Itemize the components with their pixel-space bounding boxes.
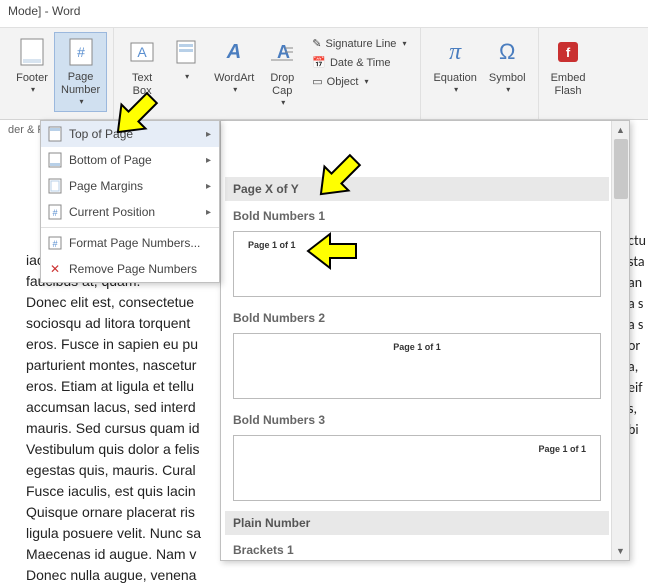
scroll-down-button[interactable]: ▼ [612, 542, 629, 560]
gallery-section-page-x-of-y: Page X of Y [225, 177, 609, 201]
gallery-item-bold-numbers-2[interactable]: Page 1 of 1 [233, 333, 601, 399]
svg-text:A: A [137, 44, 147, 60]
page-number-gallery: Page X of Y Bold Numbers 1 Page 1 of 1 B… [220, 120, 630, 561]
footer-button[interactable]: Footer▾ [10, 32, 54, 112]
gallery-section-plain-number: Plain Number [225, 511, 609, 535]
menu-current-position[interactable]: # Current Position ▸ [41, 199, 219, 225]
chevron-down-icon: ▾ [185, 72, 189, 82]
page-number-button[interactable]: # Page Number▾ [54, 32, 107, 112]
embed-flash-button[interactable]: f Embed Flash [545, 32, 592, 112]
equation-button[interactable]: π Equation▾ [427, 32, 482, 112]
quick-parts-button[interactable]: ▾ [164, 32, 208, 112]
scroll-thumb[interactable] [614, 139, 628, 199]
wordart-button[interactable]: A WordArt▾ [208, 32, 260, 112]
top-page-icon [47, 126, 63, 142]
margins-icon [47, 178, 63, 194]
chevron-down-icon: ▾ [402, 39, 406, 48]
drop-cap-icon: A [266, 36, 298, 68]
gallery-item-label: Brackets 1 [225, 539, 609, 561]
chevron-down-icon: ▾ [31, 85, 35, 95]
menu-format-page-numbers[interactable]: # Format Page Numbers... [41, 230, 219, 256]
chevron-down-icon: ▾ [454, 85, 458, 95]
menu-top-of-page[interactable]: Top of Page ▸ [41, 121, 219, 147]
current-position-icon: # [47, 204, 63, 220]
svg-text:#: # [52, 208, 57, 218]
gallery-item-bold-numbers-3[interactable]: Page 1 of 1 [233, 435, 601, 501]
object-button[interactable]: ▭ Object ▾ [308, 72, 410, 91]
format-numbers-icon: # [47, 235, 63, 251]
submenu-arrow-icon: ▸ [206, 181, 211, 192]
bottom-page-icon [47, 152, 63, 168]
gallery-item-label: Bold Numbers 1 [225, 205, 609, 227]
submenu-arrow-icon: ▸ [206, 207, 211, 218]
date-time-icon: 📅 [312, 56, 326, 69]
ribbon: Footer▾ # Page Number▾ A Text Box▾ ▾ A W… [0, 28, 648, 120]
symbol-button[interactable]: Ω Symbol▾ [483, 32, 532, 112]
menu-remove-page-numbers[interactable]: ✕ Remove Page Numbers [41, 256, 219, 282]
chevron-down-icon: ▾ [80, 97, 84, 107]
chevron-down-icon: ▾ [281, 98, 285, 108]
page-number-icon: # [65, 37, 97, 67]
submenu-arrow-icon: ▸ [206, 129, 211, 140]
symbol-icon: Ω [491, 36, 523, 68]
window-title: Mode] - Word [0, 0, 648, 28]
svg-text:#: # [77, 44, 85, 60]
equation-icon: π [439, 36, 471, 68]
svg-text:f: f [566, 45, 571, 60]
document-body-right-fragment: ctu sta an a s a s or a, eif s, bi [628, 230, 646, 440]
menu-bottom-of-page[interactable]: Bottom of Page ▸ [41, 147, 219, 173]
page-number-dropdown: Top of Page ▸ Bottom of Page ▸ Page Marg… [40, 120, 220, 283]
gallery-item-label: Bold Numbers 2 [225, 307, 609, 329]
svg-text:#: # [52, 239, 57, 249]
gallery-scrollbar[interactable]: ▲ ▼ [611, 121, 629, 560]
gallery-item-label: Bold Numbers 3 [225, 409, 609, 431]
gallery-item-bold-numbers-1[interactable]: Page 1 of 1 [233, 231, 601, 297]
text-box-icon: A [126, 36, 158, 68]
remove-x-icon: ✕ [47, 261, 63, 277]
footer-icon [16, 36, 48, 68]
svg-text:A: A [226, 41, 241, 63]
scroll-up-button[interactable]: ▲ [612, 121, 629, 139]
chevron-down-icon: ▾ [506, 85, 510, 95]
text-box-button[interactable]: A Text Box▾ [120, 32, 164, 112]
drop-cap-button[interactable]: A Drop Cap▾ [260, 32, 304, 112]
chevron-down-icon: ▾ [141, 98, 145, 108]
quick-parts-icon [170, 36, 202, 68]
submenu-arrow-icon: ▸ [206, 155, 211, 166]
chevron-down-icon: ▾ [233, 85, 237, 95]
menu-page-margins[interactable]: Page Margins ▸ [41, 173, 219, 199]
chevron-down-icon: ▾ [364, 77, 368, 86]
signature-line-button[interactable]: ✎ Signature Line ▾ [308, 34, 410, 53]
wordart-icon: A [218, 36, 250, 68]
flash-icon: f [552, 36, 584, 68]
object-icon: ▭ [312, 75, 322, 88]
date-time-button[interactable]: 📅 Date & Time [308, 53, 410, 72]
signature-icon: ✎ [312, 37, 321, 50]
